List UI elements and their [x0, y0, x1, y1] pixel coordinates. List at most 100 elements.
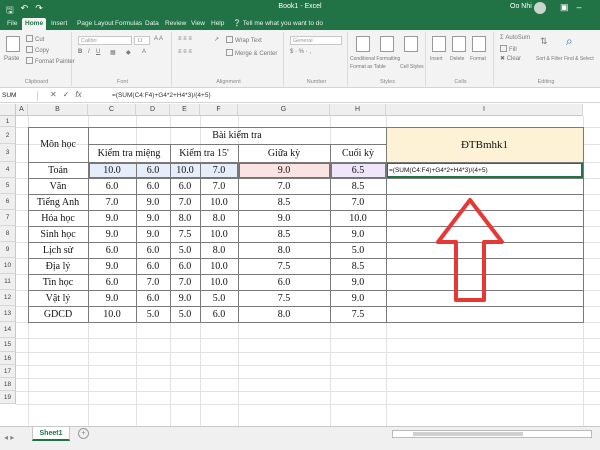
- subject-cell[interactable]: Lịch sử: [28, 242, 88, 258]
- score-cell[interactable]: 6.0: [136, 162, 170, 178]
- score-cell[interactable]: 7.5: [238, 290, 330, 306]
- minimize-icon[interactable]: –: [577, 2, 582, 13]
- score-cell[interactable]: 7.5: [238, 258, 330, 274]
- clear-button[interactable]: ✖ Clear: [500, 55, 521, 62]
- score-cell[interactable]: 8.0: [200, 242, 238, 258]
- score-cell[interactable]: 9.0: [88, 226, 136, 242]
- score-cell[interactable]: 7.5: [330, 306, 386, 322]
- font-name-select[interactable]: Calibri: [78, 36, 132, 45]
- enter-icon[interactable]: ✓: [63, 90, 70, 99]
- score-cell[interactable]: 7.0: [330, 194, 386, 210]
- align-top-icon[interactable]: ≡ ≡ ≡: [178, 36, 192, 42]
- horizontal-scrollbar[interactable]: [392, 430, 592, 438]
- score-cell[interactable]: 6.0: [170, 258, 200, 274]
- underline-icon[interactable]: U: [96, 49, 100, 55]
- orientation-icon[interactable]: ↗: [214, 36, 219, 43]
- score-cell[interactable]: 8.0: [238, 242, 330, 258]
- row-header-8[interactable]: 8: [0, 226, 16, 242]
- score-cell[interactable]: 10.0: [330, 210, 386, 226]
- score-cell[interactable]: 9.0: [136, 226, 170, 242]
- score-cell[interactable]: 5.0: [200, 290, 238, 306]
- score-cell[interactable]: 9.0: [88, 210, 136, 226]
- score-cell[interactable]: 8.0: [170, 210, 200, 226]
- score-cell[interactable]: 8.0: [200, 210, 238, 226]
- italic-icon[interactable]: I: [88, 49, 90, 55]
- tab-home[interactable]: Home: [22, 18, 47, 30]
- subject-cell[interactable]: GDCD: [28, 306, 88, 322]
- scrollbar-thumb[interactable]: [413, 432, 523, 436]
- formula-input[interactable]: =(SUM(C4:F4)+G4*2+H4*3)/(4+5): [112, 91, 211, 101]
- fill-button[interactable]: Fill: [500, 45, 517, 53]
- tab-review[interactable]: Review: [162, 18, 189, 30]
- column-header-b[interactable]: B: [28, 104, 88, 116]
- score-cell[interactable]: 7.0: [170, 194, 200, 210]
- paste-button[interactable]: Paste: [4, 56, 19, 62]
- score-cell[interactable]: 9.0: [238, 162, 330, 178]
- delete-button[interactable]: Delete: [450, 56, 464, 62]
- name-box[interactable]: SUM: [2, 91, 38, 101]
- row-header-7[interactable]: 7: [0, 210, 16, 226]
- tab-insert[interactable]: Insert: [48, 18, 70, 30]
- sort-filter-button[interactable]: Sort & Filter: [536, 56, 562, 62]
- tab-data[interactable]: Data: [142, 18, 162, 30]
- score-cell[interactable]: 5.0: [330, 242, 386, 258]
- score-cell[interactable]: 10.0: [200, 274, 238, 290]
- sheet-nav-arrows[interactable]: ◂ ▸: [4, 433, 14, 442]
- row-header-19[interactable]: 19: [0, 391, 16, 404]
- score-cell[interactable]: 6.0: [88, 242, 136, 258]
- score-cell[interactable]: 6.0: [136, 290, 170, 306]
- grow-font-icon[interactable]: A A: [154, 36, 163, 42]
- header-mon-hoc[interactable]: Môn học: [28, 127, 88, 162]
- score-cell[interactable]: 6.0: [200, 306, 238, 322]
- header-kiem-tra-mieng[interactable]: Kiểm tra miệng: [88, 144, 170, 162]
- row-header-2[interactable]: 2: [0, 127, 16, 144]
- score-cell[interactable]: 10.0: [200, 258, 238, 274]
- tab-view[interactable]: View: [188, 18, 208, 30]
- score-cell[interactable]: 9.0: [238, 210, 330, 226]
- avatar[interactable]: [534, 2, 546, 14]
- score-cell[interactable]: 7.5: [170, 226, 200, 242]
- cell-styles-icon[interactable]: [404, 36, 418, 52]
- score-cell[interactable]: 8.5: [330, 178, 386, 194]
- fx-icon[interactable]: fx: [75, 90, 81, 99]
- score-cell[interactable]: 6.5: [330, 162, 386, 178]
- row-header-10[interactable]: 10: [0, 258, 16, 274]
- score-cell[interactable]: 9.0: [330, 226, 386, 242]
- score-cell[interactable]: 8.0: [238, 306, 330, 322]
- score-cell[interactable]: 8.5: [238, 194, 330, 210]
- score-cell[interactable]: 8.5: [238, 226, 330, 242]
- score-cell[interactable]: 7.0: [88, 194, 136, 210]
- insert-cells-icon[interactable]: [432, 36, 446, 52]
- cancel-icon[interactable]: ✕: [50, 90, 57, 99]
- cut-button[interactable]: Cut: [26, 35, 44, 43]
- tell-me-search[interactable]: ❔ Tell me what you want to do: [230, 18, 326, 30]
- find-select-button[interactable]: Find & Select: [564, 56, 594, 62]
- score-cell[interactable]: 5.0: [170, 242, 200, 258]
- row-header-17[interactable]: 17: [0, 365, 16, 378]
- subject-cell[interactable]: Vật lý: [28, 290, 88, 306]
- subject-cell[interactable]: Sinh học: [28, 226, 88, 242]
- wrap-text-button[interactable]: Wrap Text: [226, 36, 262, 44]
- score-cell[interactable]: 5.0: [170, 306, 200, 322]
- currency-icon[interactable]: $ · % · ,: [290, 49, 311, 55]
- score-cell[interactable]: 10.0: [88, 162, 136, 178]
- header-kiem-tra-15[interactable]: Kiểm tra 15': [170, 144, 238, 162]
- delete-cells-icon[interactable]: [452, 36, 466, 52]
- add-sheet-icon[interactable]: +: [78, 428, 89, 439]
- score-cell[interactable]: 6.0: [88, 274, 136, 290]
- find-icon[interactable]: ⌕: [566, 34, 573, 49]
- column-header-i[interactable]: I: [386, 104, 583, 116]
- user-name[interactable]: Oo Nhi: [510, 3, 532, 10]
- format-table-icon[interactable]: [380, 36, 394, 52]
- select-all-corner[interactable]: [0, 104, 16, 116]
- score-cell[interactable]: 10.0: [170, 162, 200, 178]
- score-cell[interactable]: 9.0: [88, 290, 136, 306]
- row-header-18[interactable]: 18: [0, 378, 16, 391]
- format-button[interactable]: Format: [470, 56, 486, 62]
- spreadsheet-grid[interactable]: A B C D E F G H I 1 2 3 4 5 6 7 8 9 10 11 12 13 14 15 16 17 18 19 Mô…: [0, 104, 600, 426]
- row-header-12[interactable]: 12: [0, 290, 16, 306]
- row-header-14[interactable]: 14: [0, 322, 16, 338]
- row-header-16[interactable]: 16: [0, 352, 16, 365]
- subject-cell[interactable]: Văn: [28, 178, 88, 194]
- ribbon-display-icon[interactable]: ▣: [560, 2, 569, 13]
